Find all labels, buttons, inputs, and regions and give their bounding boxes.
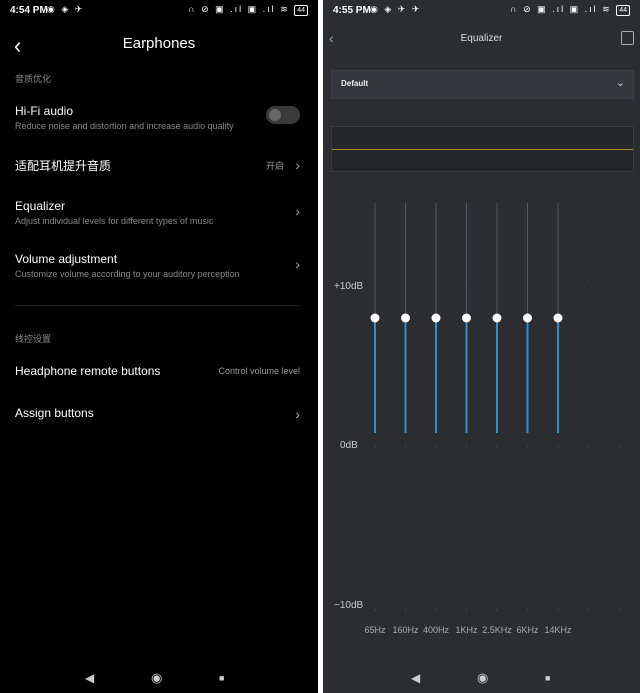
chevron-right-icon: ›: [295, 157, 300, 173]
grid-dot: [587, 609, 590, 611]
volume-adjustment-subtitle: Customize volume according to your audit…: [15, 269, 240, 279]
grid-dot: [526, 445, 529, 447]
assign-buttons-row[interactable]: Assign buttons ›: [15, 406, 300, 422]
grid-dot: [587, 279, 590, 281]
grid-dot: [587, 445, 590, 447]
divider: [15, 305, 300, 306]
slider-handle[interactable]: [492, 313, 502, 323]
grid-dot: [465, 445, 468, 447]
hifi-audio-row[interactable]: Hi-Fi audio Reduce noise and distortion …: [15, 104, 300, 131]
headphone-remote-row[interactable]: Headphone remote buttons Control volume …: [15, 364, 300, 378]
grid-dot: [557, 445, 559, 447]
hifi-audio-title: Hi-Fi audio: [15, 104, 74, 118]
section-header-remote: 线控设置: [15, 334, 52, 344]
nav-home-icon[interactable]: ◉: [151, 670, 162, 686]
grid-dot: [435, 445, 437, 447]
frequency-label: 14KHz: [544, 625, 572, 635]
grid-dot: [404, 609, 407, 611]
chevron-right-icon: ›: [295, 406, 300, 422]
equalizer-subtitle: Adjust individual levels for different t…: [15, 216, 214, 226]
grid-dot: [374, 609, 376, 611]
notification-icons: ◉ ◈ ✈: [47, 4, 85, 14]
system-status-icons: ∩ ⊘ ▣ .ıl ▣ .ıl ≋ 44: [188, 4, 308, 16]
grid-dot: [374, 445, 376, 447]
chevron-right-icon: ›: [295, 203, 300, 219]
page-title: Earphones: [122, 35, 196, 52]
hifi-audio-toggle[interactable]: [266, 106, 300, 124]
earphones-screen: 4:54 PM ◉ ◈ ✈ ∩ ⊘ ▣ .ıl ▣ .ıl ≋ 44 ‹ Ear…: [0, 0, 318, 693]
nav-back-icon[interactable]: ◀: [85, 671, 94, 685]
navigation-bar: ◀ ◉ ■: [323, 665, 640, 693]
equalizer-row[interactable]: Equalizer Adjust individual levels for d…: [15, 199, 300, 226]
slider-handle[interactable]: [401, 313, 410, 323]
hifi-audio-subtitle: Reduce noise and distortion and increase…: [15, 121, 234, 131]
grid-dot: [618, 279, 620, 281]
slider-handle[interactable]: [523, 313, 532, 323]
volume-adjustment-title: Volume adjustment: [15, 252, 118, 266]
grid-dot: [435, 609, 437, 611]
toggle-knob: [269, 109, 281, 121]
slider-handle[interactable]: [431, 313, 441, 323]
grid-dot: [618, 445, 620, 447]
nav-recents-icon[interactable]: ■: [219, 673, 224, 683]
status-time: 4:54 PM: [10, 5, 48, 16]
grid-dot: [496, 445, 498, 447]
section-header-audio: 音质优化: [15, 74, 52, 84]
equalizer-sliders: [370, 203, 620, 611]
nav-home-icon[interactable]: ◉: [477, 670, 488, 686]
battery-icon: 44: [294, 5, 308, 16]
grid-dot: [404, 445, 407, 447]
assign-buttons-title: Assign buttons: [15, 406, 94, 420]
nav-recents-icon[interactable]: ■: [545, 673, 550, 683]
signal-wifi-icons: ∩ ⊘ ▣ .ıl ▣ .ıl ≋: [188, 4, 290, 14]
nav-back-icon[interactable]: ◀: [411, 671, 420, 685]
headphone-remote-value: Control volume level: [218, 366, 300, 376]
adapt-earphones-row[interactable]: 适配耳机提升音质 开启 ›: [15, 157, 300, 174]
slider-handle[interactable]: [553, 313, 563, 323]
chevron-right-icon: ›: [295, 256, 300, 272]
adapt-earphones-title: 适配耳机提升音质: [15, 159, 112, 173]
volume-adjustment-row[interactable]: Volume adjustment Customize volume accor…: [15, 252, 300, 279]
slider-handle[interactable]: [370, 313, 380, 323]
equalizer-screen: 4:55 PM ◉ ◈ ✈ ✈ ∩ ⊘ ▣ .ıl ▣ .ıl ≋ 44 ‹ E…: [323, 0, 640, 693]
grid-dot: [526, 609, 529, 611]
equalizer-title: Equalizer: [15, 199, 66, 213]
grid-dot: [465, 609, 468, 611]
grid-dot: [557, 609, 559, 611]
navigation-bar: ◀ ◉ ■: [0, 665, 318, 693]
adapt-earphones-value: 开启: [265, 161, 284, 171]
grid-dot: [618, 609, 620, 611]
slider-handle[interactable]: [462, 313, 471, 323]
grid-dot: [496, 609, 498, 611]
status-bar: 4:54 PM ◉ ◈ ✈ ∩ ⊘ ▣ .ıl ▣ .ıl ≋ 44: [0, 0, 318, 22]
